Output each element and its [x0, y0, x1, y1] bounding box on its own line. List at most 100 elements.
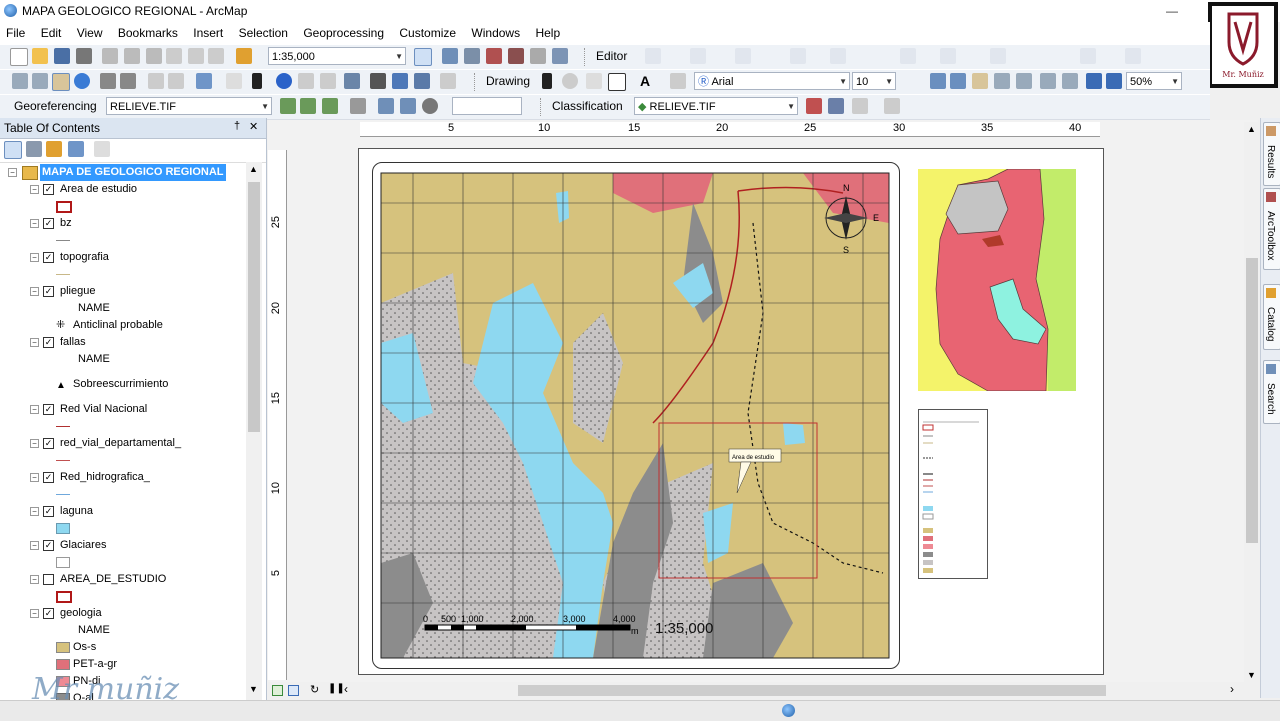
toolbar-grip[interactable] [584, 48, 588, 66]
collapse-icon[interactable]: − [30, 507, 39, 516]
collapse-icon[interactable]: − [30, 338, 39, 347]
toolbar-grip[interactable] [474, 73, 478, 91]
layer-checkbox[interactable]: ✓ [43, 472, 54, 483]
toc-options-icon[interactable] [94, 141, 110, 157]
layer-checkbox[interactable]: ✓ [43, 337, 54, 348]
snapping-icon[interactable] [1080, 48, 1096, 64]
search-window-icon[interactable] [552, 48, 568, 64]
edit-tool-icon[interactable] [645, 48, 661, 64]
layer-row-red-vial-nacional[interactable]: − ✓ Red Vial Nacional [0, 401, 246, 418]
scroll-up-icon[interactable]: ▲ [1247, 124, 1256, 134]
topology-icon[interactable] [990, 48, 1006, 64]
list-by-visibility-icon[interactable] [46, 141, 62, 157]
arctoolbox-icon[interactable] [486, 48, 502, 64]
dataframe-name[interactable]: MAPA DE GEOLOGICO REGIONAL [40, 164, 226, 181]
scroll-left-icon[interactable]: ‹ [344, 682, 348, 696]
menu-geoprocessing[interactable]: Geoprocessing [297, 22, 390, 44]
collapse-icon[interactable]: − [30, 253, 39, 262]
sample-manager-icon[interactable] [828, 98, 844, 114]
arctoolbox-tab[interactable]: ArcToolbox [1263, 188, 1280, 270]
layer-checkbox[interactable]: ✓ [43, 286, 54, 297]
shift-georef-icon[interactable] [300, 98, 316, 114]
layer-checkbox[interactable]: ✓ [43, 506, 54, 517]
menu-insert[interactable]: Insert [187, 22, 229, 44]
collapse-icon[interactable]: − [30, 405, 39, 414]
toolbar-grip[interactable] [540, 98, 544, 116]
collapse-icon[interactable]: − [30, 575, 39, 584]
zoom-whole-page-layout-icon[interactable] [1016, 73, 1032, 89]
select-elements-arrow-icon[interactable] [252, 73, 262, 89]
collapse-icon[interactable]: − [30, 473, 39, 482]
forward-arrow-icon[interactable] [168, 73, 184, 89]
straight-segment-icon[interactable] [690, 48, 706, 64]
layout-pan-icon[interactable] [972, 73, 988, 89]
layer-row-laguna[interactable]: − ✓ laguna [0, 503, 246, 520]
auto-registration-icon[interactable] [400, 98, 416, 114]
zoom-100-icon[interactable] [994, 73, 1010, 89]
georef-layer-combo[interactable]: RELIEVE.TIF ▼ [106, 97, 272, 115]
scroll-down-icon[interactable]: ▼ [1247, 670, 1256, 680]
layer-row-topografia[interactable]: − ✓ topografia [0, 249, 246, 266]
paste-icon[interactable] [146, 48, 162, 64]
layout-horizontal-scroll-thumb[interactable] [518, 685, 1106, 696]
collapse-icon[interactable]: − [30, 439, 39, 448]
line-symbol[interactable] [56, 274, 70, 275]
pin-icon[interactable]: † [234, 120, 240, 132]
zoom-out-icon[interactable] [32, 73, 48, 89]
layer-checkbox[interactable]: ✓ [43, 218, 54, 229]
scroll-down-icon[interactable]: ▼ [249, 684, 258, 694]
layer-name[interactable]: bz [60, 215, 72, 232]
collapse-icon[interactable]: − [8, 168, 17, 177]
fixed-zoom-out-layout-icon[interactable] [1062, 73, 1078, 89]
line-symbol[interactable] [56, 240, 70, 241]
list-by-drawing-order-icon[interactable] [4, 141, 22, 159]
layer-row-red-hidrografica[interactable]: − ✓ Red_hidrografica_ [0, 469, 246, 486]
font-size-combo[interactable]: 10 ▼ [852, 72, 896, 90]
layer-checkbox[interactable]: ✓ [43, 404, 54, 415]
collapse-icon[interactable]: − [30, 287, 39, 296]
layer-name[interactable]: Red_hidrografica_ [60, 469, 150, 486]
os-s-fill-symbol[interactable] [56, 642, 70, 653]
menu-help[interactable]: Help [529, 22, 566, 44]
scale-georef-icon[interactable] [322, 98, 338, 114]
search-tab[interactable]: Search [1263, 360, 1280, 424]
menu-selection[interactable]: Selection [233, 22, 294, 44]
html-popup-icon[interactable] [320, 73, 336, 89]
refresh-icon[interactable]: ↻ [310, 683, 319, 696]
zoom-in-icon[interactable] [12, 73, 28, 89]
print-icon[interactable] [76, 48, 92, 64]
go-forward-extent-icon[interactable] [1106, 73, 1122, 89]
red-outline-symbol[interactable] [56, 591, 72, 603]
layer-row-glaciares[interactable]: − ✓ Glaciares [0, 537, 246, 554]
rotate-tool-icon[interactable] [830, 48, 846, 64]
main-map-frame[interactable]: N S E Area de estudio 0 500 1,000 2,000 … [372, 162, 900, 669]
layer-row-area-de-estudio[interactable]: − ✓ Area de estudio [0, 181, 246, 198]
training-sample-icon[interactable] [806, 98, 822, 114]
layer-checkbox[interactable]: ✓ [43, 438, 54, 449]
font-name-combo[interactable]: Ⓡ Arial ▼ [694, 72, 850, 90]
delete-icon[interactable] [166, 48, 182, 64]
zoom-percent-combo[interactable]: 50% ▼ [1126, 72, 1182, 90]
map-legend[interactable] [918, 409, 988, 579]
catalog-window-icon[interactable] [464, 48, 480, 64]
find-route-icon[interactable] [392, 73, 408, 89]
layer-name[interactable]: fallas [60, 334, 86, 351]
layer-name[interactable]: Area de estudio [60, 181, 137, 198]
open-folder-icon[interactable] [32, 48, 48, 64]
red-outline-symbol[interactable] [56, 201, 72, 213]
pet-a-gr-fill-symbol[interactable] [56, 659, 70, 670]
view-link-table-icon[interactable] [378, 98, 394, 114]
classification-menu[interactable]: Classification [552, 99, 623, 113]
menu-windows[interactable]: Windows [465, 22, 526, 44]
layer-name[interactable]: Red Vial Nacional [60, 401, 147, 418]
menu-customize[interactable]: Customize [393, 22, 462, 44]
scroll-right-icon[interactable]: › [1230, 682, 1234, 696]
map-scale-combo[interactable]: 1:35,000 ▼ [268, 47, 406, 65]
georef-value-input[interactable] [452, 97, 522, 115]
fixed-zoom-in-icon[interactable] [100, 73, 116, 89]
layout-vertical-scrollbar[interactable]: ▲ ▼ [1244, 122, 1260, 682]
close-icon[interactable]: ✕ [249, 120, 258, 133]
undo-icon[interactable] [188, 48, 204, 64]
layer-name[interactable]: AREA_DE_ESTUDIO [60, 571, 166, 588]
clear-selection-icon[interactable] [226, 73, 242, 89]
